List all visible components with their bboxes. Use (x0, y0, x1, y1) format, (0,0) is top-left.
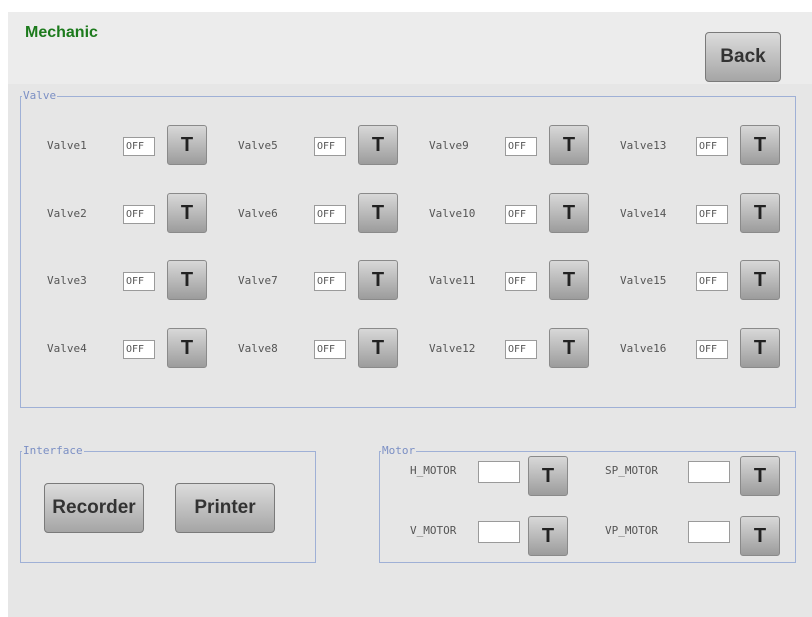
valve6-toggle-button[interactable]: T (358, 193, 398, 233)
sp-motor-toggle-button[interactable]: T (740, 456, 780, 496)
valve15-toggle-button[interactable]: T (740, 260, 780, 300)
valve9-state-field: OFF (505, 137, 537, 156)
valve12-state-field: OFF (505, 340, 537, 359)
valve15-state-field: OFF (696, 272, 728, 291)
h-motor-label: H_MOTOR (410, 464, 457, 477)
valve2-label: Valve2 (47, 207, 87, 220)
interface-group-legend: Interface (22, 444, 84, 457)
valve12-label: Valve12 (429, 342, 476, 355)
valve13-state-field: OFF (696, 137, 728, 156)
back-button[interactable]: Back (705, 32, 781, 82)
valve3-state-field: OFF (123, 272, 155, 291)
vp-motor-label: VP_MOTOR (605, 524, 658, 537)
v-motor-field[interactable] (478, 521, 520, 543)
valve5-toggle-button[interactable]: T (358, 125, 398, 165)
valve7-toggle-button[interactable]: T (358, 260, 398, 300)
valve11-toggle-button[interactable]: T (549, 260, 589, 300)
valve5-state-field: OFF (314, 137, 346, 156)
printer-button[interactable]: Printer (175, 483, 275, 533)
h-motor-field[interactable] (478, 461, 520, 483)
v-motor-label: V_MOTOR (410, 524, 457, 537)
valve11-label: Valve11 (429, 274, 476, 287)
valve2-toggle-button[interactable]: T (167, 193, 207, 233)
valve3-label: Valve3 (47, 274, 87, 287)
valve14-state-field: OFF (696, 205, 728, 224)
sp-motor-field[interactable] (688, 461, 730, 483)
valve6-state-field: OFF (314, 205, 346, 224)
valve9-label: Valve9 (429, 139, 469, 152)
valve11-state-field: OFF (505, 272, 537, 291)
valve10-label: Valve10 (429, 207, 476, 220)
valve16-state-field: OFF (696, 340, 728, 359)
valve16-label: Valve16 (620, 342, 667, 355)
header-bar (8, 12, 812, 84)
valve10-state-field: OFF (505, 205, 537, 224)
valve7-state-field: OFF (314, 272, 346, 291)
valve6-label: Valve6 (238, 207, 278, 220)
valve8-label: Valve8 (238, 342, 278, 355)
valve1-toggle-button[interactable]: T (167, 125, 207, 165)
vp-motor-toggle-button[interactable]: T (740, 516, 780, 556)
valve8-state-field: OFF (314, 340, 346, 359)
v-motor-toggle-button[interactable]: T (528, 516, 568, 556)
valve4-toggle-button[interactable]: T (167, 328, 207, 368)
valve14-toggle-button[interactable]: T (740, 193, 780, 233)
valve13-toggle-button[interactable]: T (740, 125, 780, 165)
valve3-toggle-button[interactable]: T (167, 260, 207, 300)
valve7-label: Valve7 (238, 274, 278, 287)
valve5-label: Valve5 (238, 139, 278, 152)
page-title: Mechanic (25, 24, 98, 41)
valve-group-legend: Valve (22, 89, 58, 102)
vp-motor-field[interactable] (688, 521, 730, 543)
valve1-state-field: OFF (123, 137, 155, 156)
valve2-state-field: OFF (123, 205, 155, 224)
valve8-toggle-button[interactable]: T (358, 328, 398, 368)
motor-group-legend: Motor (381, 444, 417, 457)
sp-motor-label: SP_MOTOR (605, 464, 658, 477)
valve9-toggle-button[interactable]: T (549, 125, 589, 165)
valve4-state-field: OFF (123, 340, 155, 359)
valve15-label: Valve15 (620, 274, 667, 287)
h-motor-toggle-button[interactable]: T (528, 456, 568, 496)
valve13-label: Valve13 (620, 139, 667, 152)
valve14-label: Valve14 (620, 207, 667, 220)
valve10-toggle-button[interactable]: T (549, 193, 589, 233)
valve1-label: Valve1 (47, 139, 87, 152)
recorder-button[interactable]: Recorder (44, 483, 144, 533)
valve12-toggle-button[interactable]: T (549, 328, 589, 368)
valve4-label: Valve4 (47, 342, 87, 355)
valve16-toggle-button[interactable]: T (740, 328, 780, 368)
